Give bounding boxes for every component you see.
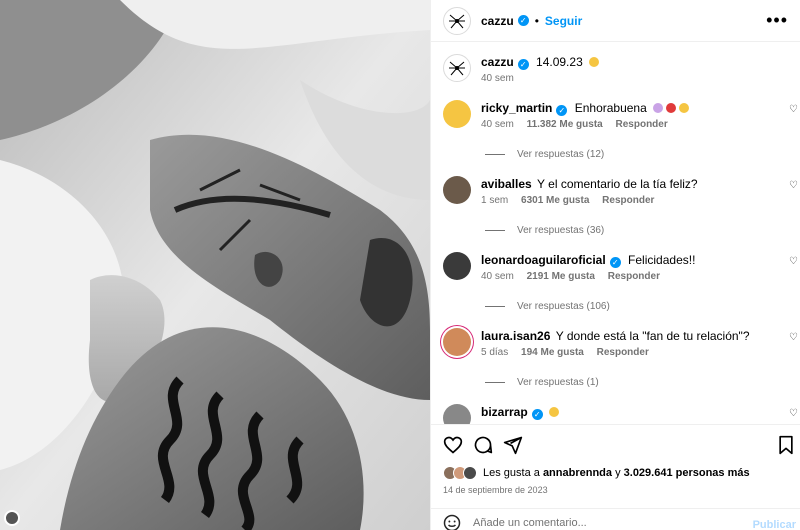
likes-summary: Les gusta a annabrennda y 3.029.641 pers… <box>443 466 750 480</box>
verified-badge-icon: ✓ <box>517 59 529 70</box>
party-emoji-icon <box>653 103 664 113</box>
commenter-avatar[interactable] <box>443 176 471 204</box>
comment-item: leonardoaguilaroficial ✓ Felicidades!! 40… <box>443 252 800 282</box>
view-replies[interactable]: Ver respuestas (1) <box>485 377 599 388</box>
replies-line <box>485 306 505 307</box>
comment-likes[interactable]: 2191 Me gusta <box>527 271 595 282</box>
comment-username[interactable]: laura.isan26 <box>481 329 550 343</box>
likes-count[interactable]: 3.029.641 personas más <box>624 467 750 479</box>
publish-button[interactable]: Publicar <box>753 519 796 530</box>
comment-item: bizarrap ✓ ♡ <box>443 404 800 424</box>
hands-photo <box>0 0 430 530</box>
comment-item: ricky_martin ✓ Enhorabuena 40 sem 11.382 … <box>443 100 800 130</box>
commenter-avatar[interactable] <box>443 404 471 424</box>
author-username[interactable]: cazzu <box>481 14 514 28</box>
commenter-avatar[interactable] <box>443 328 471 356</box>
comment-text: Enhorabuena <box>574 101 647 115</box>
comment-username[interactable]: leonardoaguilaroficial <box>481 253 606 267</box>
action-bar <box>431 424 800 464</box>
view-replies-label[interactable]: Ver respuestas (36) <box>517 225 604 236</box>
more-options-icon[interactable]: ••• <box>766 10 788 31</box>
post-side-panel: cazzu ✓ • Seguir ••• cazzu ✓ 14.09.23 40… <box>430 0 800 530</box>
caption-date: 14.09.23 <box>536 55 583 69</box>
comment-username[interactable]: aviballes <box>481 177 532 191</box>
add-comment-bar: Añade un comentario... Publicar <box>431 508 800 530</box>
verified-badge-icon: ✓ <box>609 257 621 268</box>
comment-item: aviballes Y el comentario de la tía feli… <box>443 176 800 206</box>
comment-text: Y donde está la "fan de tu relación"? <box>555 329 750 343</box>
heart-icon[interactable]: ♡ <box>789 180 798 191</box>
comment-item: laura.isan26 Y donde está la "fan de tu … <box>443 328 800 358</box>
heart-icon[interactable]: ♡ <box>789 104 798 115</box>
post-image[interactable] <box>0 0 430 530</box>
sun-emoji-icon <box>589 57 600 67</box>
commenter-avatar[interactable] <box>443 252 471 280</box>
avatar-indicator[interactable] <box>4 510 20 526</box>
comment-text: Y el comentario de la tía feliz? <box>537 177 698 191</box>
author-avatar[interactable] <box>443 6 471 35</box>
heart-icon[interactable]: ♡ <box>789 256 798 267</box>
emoji-icon[interactable] <box>443 514 461 530</box>
commenter-avatar[interactable] <box>443 100 471 128</box>
spider-logo-icon <box>449 14 465 28</box>
caption-username[interactable]: cazzu <box>481 55 514 69</box>
separator-dot: • <box>534 13 539 28</box>
liker-avatars[interactable] <box>443 466 477 480</box>
likes-middle: y <box>615 467 621 479</box>
add-comment-input[interactable]: Añade un comentario... <box>473 517 587 529</box>
reply-button[interactable]: Responder <box>602 195 654 206</box>
post-date: 14 de septiembre de 2023 <box>443 485 548 495</box>
verified-badge-icon: ✓ <box>556 105 568 116</box>
comment-username[interactable]: bizarrap <box>481 405 528 419</box>
replies-line <box>485 154 505 155</box>
view-replies[interactable]: Ver respuestas (12) <box>485 149 604 160</box>
replies-line <box>485 382 505 383</box>
caption-age: 40 sem <box>481 73 514 84</box>
comment-likes[interactable]: 6301 Me gusta <box>521 195 589 206</box>
comment-likes[interactable]: 11.382 Me gusta <box>527 119 603 130</box>
pin-emoji-icon <box>666 103 677 113</box>
heart-icon[interactable] <box>443 435 463 455</box>
reply-button[interactable]: Responder <box>597 347 649 358</box>
heart-icon[interactable]: ♡ <box>789 332 798 343</box>
likes-prefix: Les gusta a <box>483 467 540 479</box>
comment-age: 1 sem <box>481 195 509 206</box>
post-viewer: cazzu ✓ • Seguir ••• cazzu ✓ 14.09.23 40… <box>0 0 800 530</box>
heart-eyes-emoji-icon <box>549 407 560 417</box>
comment-age: 5 días <box>481 347 509 358</box>
replies-line <box>485 230 505 231</box>
comment-age: 40 sem <box>481 271 514 282</box>
reply-button[interactable]: Responder <box>616 119 668 130</box>
reply-button[interactable]: Responder <box>608 271 660 282</box>
comment-likes[interactable]: 194 Me gusta <box>521 347 584 358</box>
view-replies-label[interactable]: Ver respuestas (12) <box>517 149 604 160</box>
post-header: cazzu ✓ • Seguir ••• <box>431 0 800 42</box>
heart-icon[interactable]: ♡ <box>789 408 798 419</box>
view-replies-label[interactable]: Ver respuestas (106) <box>517 301 610 312</box>
view-replies[interactable]: Ver respuestas (106) <box>485 301 610 312</box>
comments-list[interactable]: cazzu ✓ 14.09.23 40 sem ricky_martin ✓ E… <box>431 42 800 424</box>
verified-badge-icon: ✓ <box>517 15 529 26</box>
author-avatar-caption[interactable] <box>443 54 471 82</box>
bookmark-icon[interactable] <box>776 435 796 455</box>
view-replies-label[interactable]: Ver respuestas (1) <box>517 377 599 388</box>
follow-button[interactable]: Seguir <box>545 14 582 28</box>
comment-icon[interactable] <box>473 435 493 455</box>
comment-age: 40 sem <box>481 119 514 130</box>
spider-logo-icon <box>449 61 465 76</box>
verified-badge-icon: ✓ <box>531 409 543 420</box>
share-icon[interactable] <box>503 435 523 455</box>
likes-first-user[interactable]: annabrennda <box>543 467 612 479</box>
sun-emoji-icon <box>679 103 690 113</box>
comment-username[interactable]: ricky_martin <box>481 101 552 115</box>
comment-text: Felicidades!! <box>628 253 696 267</box>
view-replies[interactable]: Ver respuestas (36) <box>485 225 604 236</box>
caption: cazzu ✓ 14.09.23 40 sem <box>443 54 800 84</box>
